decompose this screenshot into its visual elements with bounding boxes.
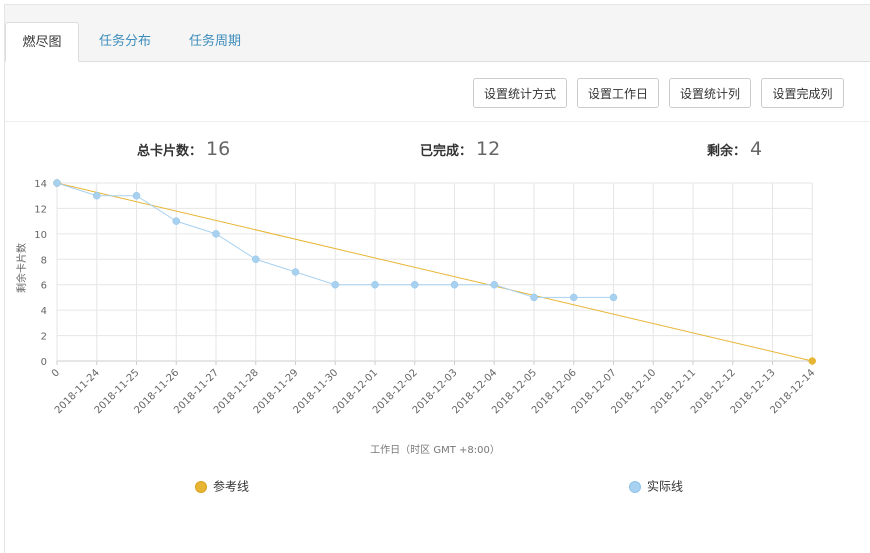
y-tick-label: 14 <box>34 179 47 190</box>
series-actual-point <box>371 280 379 289</box>
burndown-chart: 0246810121402018-11-242018-11-252018-11-… <box>15 179 817 456</box>
legend-reference[interactable]: 参考线 <box>195 477 249 495</box>
series-actual-point <box>609 293 618 302</box>
y-tick-label: 10 <box>34 230 47 241</box>
legend-actual[interactable]: 实际线 <box>629 477 683 495</box>
x-tick-label: 0 <box>50 367 62 379</box>
series-actual-point <box>252 255 260 264</box>
x-axis-label: 工作日（时区 GMT +8:00） <box>370 444 500 456</box>
series-actual-point <box>570 293 578 302</box>
y-tick-label: 2 <box>41 332 47 343</box>
y-tick-label: 8 <box>41 255 47 266</box>
series-reference-line <box>56 182 813 362</box>
series-actual-point <box>132 191 141 200</box>
y-axis-label: 剩余卡片数 <box>15 243 28 293</box>
y-tick-label: 0 <box>41 357 47 368</box>
series-reference-point <box>808 357 816 365</box>
series-actual-point <box>490 280 498 289</box>
series-actual-point <box>530 293 538 302</box>
y-tick-label: 6 <box>41 281 47 292</box>
series-actual-point <box>411 280 419 289</box>
series-actual-point <box>450 280 459 289</box>
legend-reference-label: 参考线 <box>213 479 250 494</box>
series-actual-point <box>291 268 300 276</box>
legend-reference-swatch <box>195 480 207 493</box>
series-actual-point <box>53 179 61 187</box>
series-actual-point <box>331 280 339 289</box>
y-tick-label: 12 <box>34 204 47 215</box>
series-actual-point <box>212 230 220 238</box>
legend-actual-label: 实际线 <box>647 479 684 494</box>
series-actual-point <box>93 191 101 200</box>
y-tick-label: 4 <box>41 306 47 317</box>
legend-actual-swatch <box>629 480 641 493</box>
series-actual-point <box>172 217 180 225</box>
